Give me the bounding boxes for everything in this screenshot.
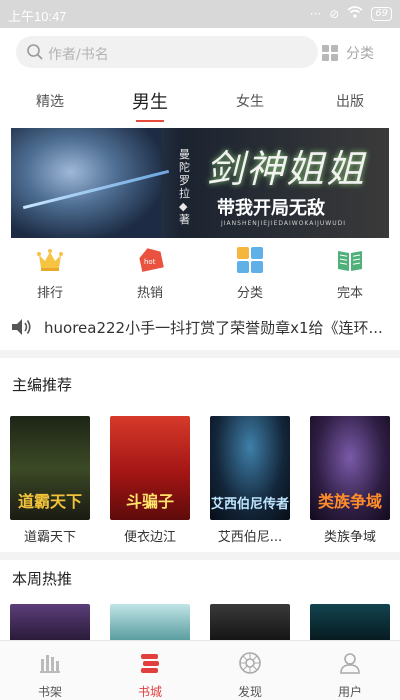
book-name: 艾西伯尼... xyxy=(217,530,283,545)
book-cover: 类族争域 xyxy=(310,416,390,520)
search-input[interactable]: 作者/书名 xyxy=(16,36,318,68)
shortcut-category[interactable]: 分类 xyxy=(200,246,300,306)
wifi-icon xyxy=(347,6,363,21)
speaker-icon xyxy=(10,316,34,342)
shortcut-ranking[interactable]: 排行 xyxy=(0,246,100,306)
book-cover: 斗骗子 xyxy=(110,416,190,520)
search-row: 作者/书名 分类 xyxy=(0,36,400,70)
grid-icon xyxy=(322,45,338,61)
section-title-editor-pick: 主编推荐 xyxy=(12,376,73,394)
book-cover xyxy=(310,604,390,640)
nav-bookstore[interactable]: 书城 xyxy=(100,641,200,700)
cover-title: 艾西伯尼传者 xyxy=(210,497,289,512)
dots-icon: ··· xyxy=(309,6,322,21)
category-button-label: 分类 xyxy=(346,46,374,62)
cover-title: 道霸天下 xyxy=(17,492,82,511)
category-shortcuts: 排行 hot 热销 分类 完本 xyxy=(0,246,400,306)
book-name: 便衣边江 xyxy=(123,530,176,545)
section-title-weekly-hot: 本周热推 xyxy=(12,570,73,588)
book-card[interactable] xyxy=(100,604,200,640)
book-cover: 艾西伯尼传者 xyxy=(210,416,290,520)
discover-icon xyxy=(238,651,262,679)
bookstore-icon xyxy=(138,651,162,679)
channel-tabs: 精选 男生 女生 出版 xyxy=(0,80,400,124)
banner-hero-image xyxy=(11,128,161,238)
book-cover: 道霸天下 xyxy=(10,416,90,520)
status-icons: ··· ⊘ 69 xyxy=(310,6,392,21)
svg-text:hot: hot xyxy=(144,258,156,266)
crown-icon xyxy=(36,246,64,274)
search-icon xyxy=(26,43,44,65)
tab-female[interactable]: 女生 xyxy=(200,80,300,124)
editor-pick-list: 道霸天下 道霸天下 斗骗子 便衣边江 艾西伯尼传者 艾西伯尼... 类族争域 类… xyxy=(0,416,400,545)
shortcut-hot-sale[interactable]: hot 热销 xyxy=(100,246,200,306)
status-bar: 上午10:47 ··· ⊘ 69 xyxy=(0,0,400,28)
bookshelf-icon xyxy=(38,651,62,679)
category-grid-icon xyxy=(236,246,264,274)
nav-bookshelf[interactable]: 书架 xyxy=(0,641,100,700)
nav-discover[interactable]: 发现 xyxy=(200,641,300,700)
book-card[interactable] xyxy=(200,604,300,640)
cover-title: 斗骗子 xyxy=(125,492,174,511)
nav-label: 书城 xyxy=(137,685,162,699)
book-cover xyxy=(210,604,290,640)
tab-featured[interactable]: 精选 xyxy=(0,80,100,124)
nav-label: 发现 xyxy=(237,685,262,699)
bottom-navigation: 书架 书城 发现 用户 xyxy=(0,640,400,700)
marquee-text: huorea222小手一抖打赏了荣誉勋章x1给《连环... xyxy=(44,319,383,337)
book-cover xyxy=(10,604,90,640)
shortcut-label: 分类 xyxy=(236,286,263,301)
status-time: 上午10:47 xyxy=(8,9,67,24)
alarm-off-icon: ⊘ xyxy=(329,6,340,21)
book-card[interactable] xyxy=(0,604,100,640)
book-name: 类族争域 xyxy=(323,530,376,545)
promo-banner[interactable]: 曼陀罗拉◆著 剑神姐姐 带我开局无敌 JIANSHENJIEJIEDAIWOKA… xyxy=(11,128,389,238)
search-placeholder: 作者/书名 xyxy=(48,47,109,63)
book-card[interactable]: 斗骗子 便衣边江 xyxy=(100,416,200,545)
nav-label: 用户 xyxy=(337,685,362,699)
tab-published[interactable]: 出版 xyxy=(300,80,400,124)
tab-male[interactable]: 男生 xyxy=(100,80,200,124)
user-icon xyxy=(338,651,362,679)
banner-title: 剑神姐姐 xyxy=(206,147,367,191)
banner-author: 曼陀罗拉◆著 xyxy=(179,148,190,226)
notice-marquee[interactable]: huorea222小手一抖打赏了荣誉勋章x1给《连环... xyxy=(0,312,400,342)
hot-tag-icon: hot xyxy=(136,246,164,274)
battery-icon: 69 xyxy=(371,6,392,21)
book-card[interactable]: 道霸天下 道霸天下 xyxy=(0,416,100,545)
shortcut-completed[interactable]: 完本 xyxy=(300,246,400,306)
book-card[interactable] xyxy=(300,604,400,640)
open-book-icon xyxy=(336,246,364,274)
section-divider xyxy=(0,552,400,560)
banner-pinyin: JIANSHENJIEJIEDAIWOKAIJUWUDI xyxy=(221,220,347,227)
category-button[interactable]: 分类 xyxy=(322,40,374,66)
nav-user[interactable]: 用户 xyxy=(300,641,400,700)
book-name: 道霸天下 xyxy=(23,530,76,545)
book-card[interactable]: 艾西伯尼传者 艾西伯尼... xyxy=(200,416,300,545)
shortcut-label: 完本 xyxy=(336,286,363,301)
nav-label: 书架 xyxy=(37,685,62,699)
cover-title: 类族争域 xyxy=(317,492,382,511)
weekly-hot-list xyxy=(0,604,400,640)
shortcut-label: 热销 xyxy=(136,286,163,301)
shortcut-label: 排行 xyxy=(36,286,63,301)
book-cover xyxy=(110,604,190,640)
banner-subtitle: 带我开局无敌 xyxy=(217,198,325,219)
book-card[interactable]: 类族争域 类族争域 xyxy=(300,416,400,545)
section-divider xyxy=(0,350,400,358)
